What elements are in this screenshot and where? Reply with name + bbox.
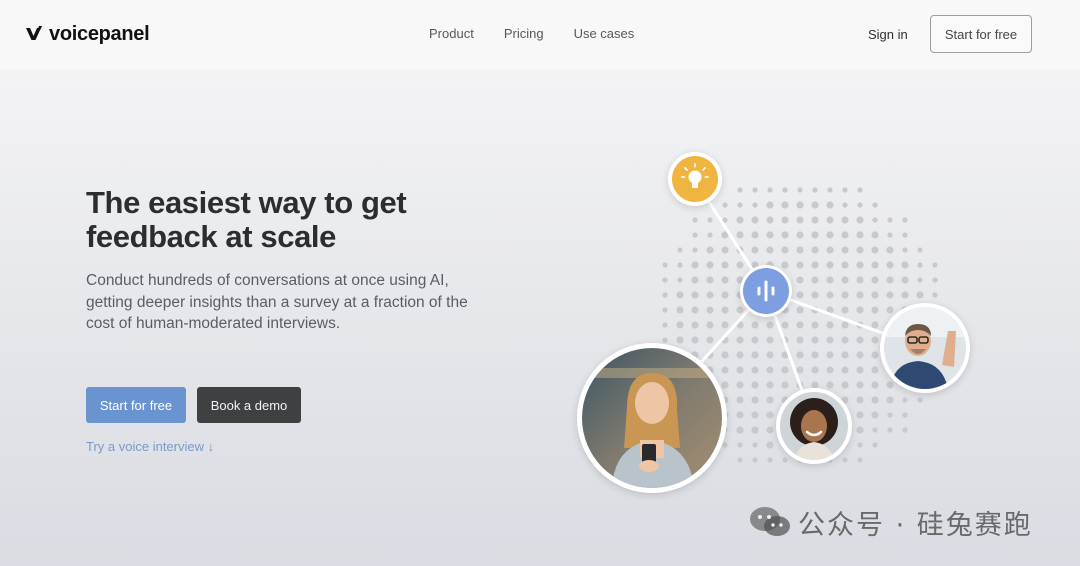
logo[interactable]: voicepanel xyxy=(25,22,150,46)
hero-title: The easiest way to get feedback at scale xyxy=(86,185,407,254)
start-free-button[interactable]: Start for free xyxy=(86,387,186,423)
watermark-text: 公众号 · 硅兔赛跑 xyxy=(798,509,1033,541)
voice-waveform-icon xyxy=(743,268,789,314)
hero-subtitle: Conduct hundreds of conversations at onc… xyxy=(86,272,468,332)
header-start-free-button[interactable]: Start for free xyxy=(930,15,1032,53)
nav-product[interactable]: Product xyxy=(429,26,474,41)
main-nav: Product Pricing Use cases xyxy=(429,26,634,41)
sign-in-link[interactable]: Sign in xyxy=(868,27,908,42)
wechat-icon xyxy=(750,507,790,536)
hero-illustration xyxy=(560,140,1000,510)
person-woman-smiling-avatar xyxy=(776,388,852,464)
person-woman-phone-avatar xyxy=(577,343,727,493)
try-voice-interview-link[interactable]: Try a voice interview ↓ xyxy=(86,439,214,454)
lightbulb-icon xyxy=(672,156,718,202)
voice-node xyxy=(740,265,792,317)
watermark: 公众号 · 硅兔赛跑 xyxy=(748,504,1033,541)
logo-text: voicepanel xyxy=(49,22,150,45)
book-demo-button[interactable]: Book a demo xyxy=(197,387,301,423)
site-header: voicepanel Product Pricing Use cases Sig… xyxy=(0,0,1080,70)
voicepanel-logo-icon xyxy=(26,26,42,40)
person-man-waving-avatar xyxy=(880,303,970,393)
nav-pricing[interactable]: Pricing xyxy=(504,26,544,41)
lightbulb-node xyxy=(668,152,722,206)
nav-use-cases[interactable]: Use cases xyxy=(574,26,635,41)
